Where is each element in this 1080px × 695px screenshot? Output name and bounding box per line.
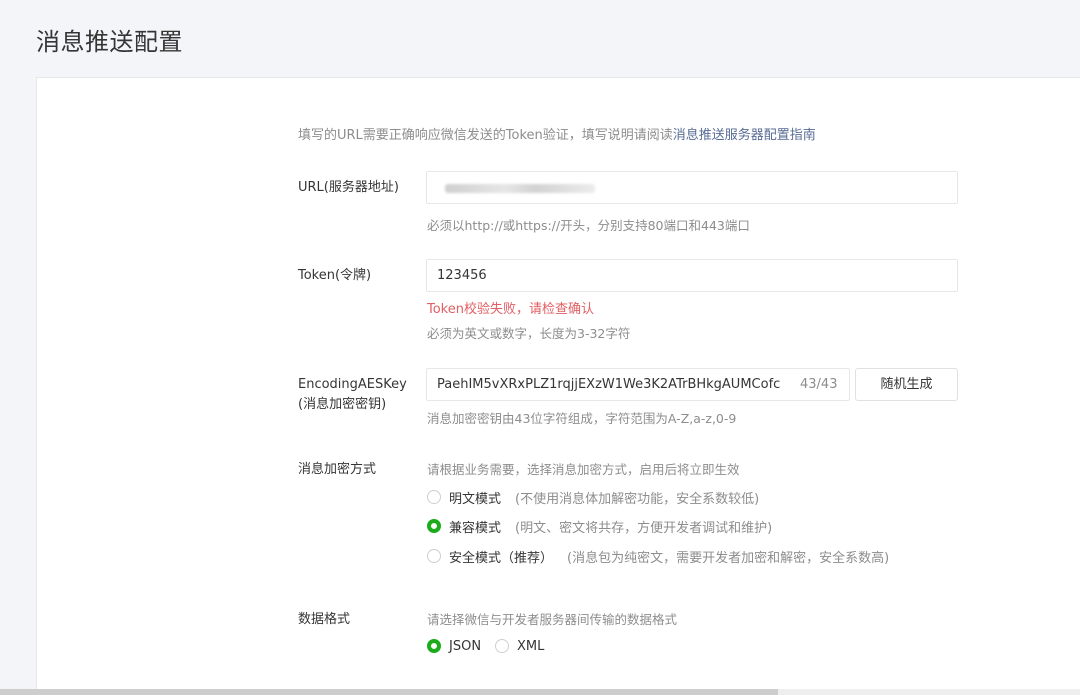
aes-label: EncodingAESKey xyxy=(298,377,407,392)
horizontal-scrollbar[interactable] xyxy=(0,689,1080,695)
token-error: Token校验失败，请检查确认 xyxy=(427,302,594,317)
radio-unchecked-icon[interactable] xyxy=(427,549,441,563)
encryption-option-compatible[interactable]: 兼容模式 (明文、密文将共存，方便开发者调试和维护) xyxy=(427,516,772,536)
url-help: 必须以http://或https://开头，分别支持80端口和443端口 xyxy=(427,218,750,233)
url-redacted-value xyxy=(445,184,595,193)
data-format-help: 请选择微信与开发者服务器间传输的数据格式 xyxy=(427,612,678,627)
intro-text: 填写的URL需要正确响应微信发送的Token验证，填写说明请阅读 xyxy=(298,128,673,143)
token-label: Token(令牌) xyxy=(298,268,372,283)
config-card: 填写的URL需要正确响应微信发送的Token验证，填写说明请阅读消息推送服务器配… xyxy=(36,77,1080,695)
random-generate-button[interactable]: 随机生成 xyxy=(855,368,958,401)
intro-hint: 填写的URL需要正确响应微信发送的Token验证，填写说明请阅读消息推送服务器配… xyxy=(298,124,816,143)
data-format-option-xml[interactable]: XML xyxy=(495,636,544,656)
aes-help: 消息加密密钥由43位字符组成，字符范围为A-Z,a-z,0-9 xyxy=(427,411,737,426)
radio-checked-icon[interactable] xyxy=(427,519,441,533)
encryption-option-secure[interactable]: 安全模式（推荐） (消息包为纯密文，需要开发者加密和解密，安全系数高) xyxy=(427,546,889,566)
data-format-option-json[interactable]: JSON xyxy=(427,636,481,656)
token-help: 必须为英文或数字，长度为3-32字符 xyxy=(427,326,631,341)
aes-label-cn: (消息加密密钥) xyxy=(298,397,387,412)
page-title: 消息推送配置 xyxy=(36,28,183,56)
radio-unchecked-icon[interactable] xyxy=(427,490,441,504)
server-config-guide-link[interactable]: 消息推送服务器配置指南 xyxy=(673,128,816,143)
data-format-label: 数据格式 xyxy=(298,612,351,627)
scrollbar-thumb[interactable] xyxy=(0,689,778,695)
radio-unchecked-icon[interactable] xyxy=(495,639,509,653)
radio-checked-icon[interactable] xyxy=(427,639,441,653)
aes-key-input[interactable]: PaehIM5vXRxPLZ1rqjjEXzW1We3K2ATrBHkgAUMC… xyxy=(426,368,850,401)
url-label: URL(服务器地址) xyxy=(298,180,399,195)
encryption-label: 消息加密方式 xyxy=(298,462,377,477)
aes-char-counter: 43/43 xyxy=(800,377,838,392)
token-input[interactable]: 123456 xyxy=(426,259,958,292)
encryption-help: 请根据业务需要，选择消息加密方式，启用后将立即生效 xyxy=(427,462,740,477)
encryption-option-plaintext[interactable]: 明文模式 (不使用消息体加解密功能，安全系数较低) xyxy=(427,487,759,507)
url-input[interactable] xyxy=(426,171,958,204)
